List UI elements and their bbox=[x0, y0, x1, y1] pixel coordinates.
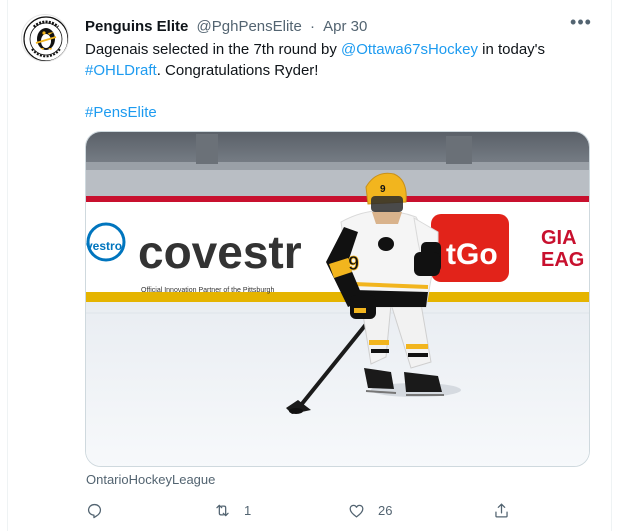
reply-button[interactable] bbox=[85, 498, 116, 522]
share-button[interactable] bbox=[492, 498, 523, 522]
jersey-number: 9 bbox=[348, 253, 359, 275]
author-handle[interactable]: @PghPensElite bbox=[197, 18, 302, 35]
hockey-photo: vestro covestr Official Innovation Partn… bbox=[86, 132, 589, 466]
like-button[interactable]: 26 bbox=[347, 498, 392, 522]
reply-icon bbox=[87, 503, 102, 518]
retweet-icon bbox=[216, 504, 229, 516]
like-count: 26 bbox=[378, 502, 393, 518]
board-ad-getgo: tGo bbox=[446, 238, 498, 271]
retweet-button[interactable]: 1 bbox=[213, 498, 251, 522]
tweet-photo[interactable]: vestro covestr Official Innovation Partn… bbox=[85, 131, 590, 467]
tweet-text-segment: in today's bbox=[477, 41, 546, 58]
tweet-actions: 1 26 bbox=[85, 498, 595, 522]
board-ad-fragment: vestro bbox=[86, 239, 122, 253]
penguins-elite-logo bbox=[23, 16, 68, 61]
like-icon bbox=[349, 504, 364, 517]
board-ad-giant-line1: GIA bbox=[541, 227, 577, 249]
media-source[interactable]: OntarioHockeyLeague bbox=[86, 472, 215, 488]
board-ad-covestro: covestr bbox=[138, 226, 302, 278]
retweet-count: 1 bbox=[244, 502, 252, 518]
separator-dot: · bbox=[310, 18, 315, 35]
hashtag-link[interactable]: #OHLDraft bbox=[85, 62, 157, 79]
more-icon[interactable]: ••• bbox=[566, 13, 596, 37]
board-ad-tagline: Official Innovation Partner of the Pitts… bbox=[141, 287, 274, 294]
share-icon bbox=[495, 503, 508, 517]
tweet-text-segment: Dagenais selected in the 7th round by bbox=[85, 41, 342, 58]
board-ad-giant-line2: EAG bbox=[541, 249, 584, 271]
tweet-text-segment: . Congratulations Ryder! bbox=[156, 62, 319, 79]
author-name[interactable]: Penguins Elite bbox=[85, 18, 188, 35]
helmet-number: 9 bbox=[380, 184, 386, 195]
tweet-header: Penguins Elite @PghPensElite · Apr 30 bbox=[85, 17, 367, 37]
tweet-text: Dagenais selected in the 7th round by @O… bbox=[85, 39, 595, 123]
hashtag-link[interactable]: #PensElite bbox=[85, 104, 157, 121]
mention-link[interactable]: @Ottawa67sHockey bbox=[341, 41, 478, 58]
avatar[interactable] bbox=[21, 14, 69, 62]
tweet-date[interactable]: Apr 30 bbox=[323, 18, 367, 35]
